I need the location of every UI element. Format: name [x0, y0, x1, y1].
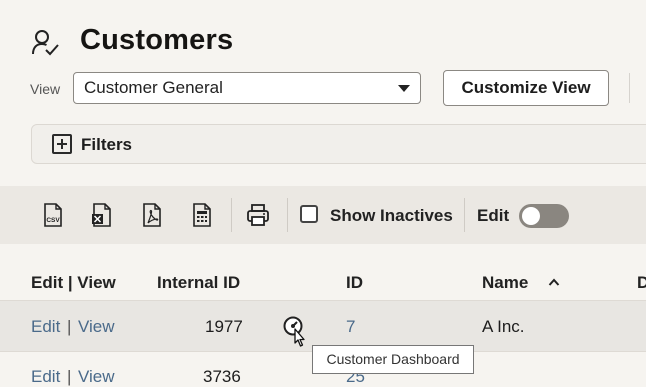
edit-link[interactable]: Edit [31, 317, 60, 337]
pdf-export-icon[interactable] [141, 203, 163, 227]
page-title: Customers [80, 24, 234, 56]
sort-ascending-icon[interactable] [548, 277, 560, 287]
toolbar-divider [287, 198, 288, 232]
show-inactives-label[interactable]: Show Inactives [330, 206, 453, 226]
excel-export-icon[interactable] [91, 203, 113, 227]
csv-export-icon[interactable]: CSV [42, 203, 64, 227]
internal-id-cell: 1977 [205, 317, 243, 336]
toolbar-divider [464, 198, 465, 232]
customer-check-icon [32, 30, 59, 56]
column-header-name[interactable]: Name [482, 273, 528, 293]
expand-plus-icon[interactable] [52, 134, 72, 154]
column-header-id[interactable]: ID [346, 273, 363, 293]
link-separator: | [67, 367, 72, 386]
customize-view-button[interactable]: Customize View [443, 70, 609, 106]
view-link[interactable]: View [78, 367, 115, 387]
column-header-partial[interactable]: D [637, 273, 646, 293]
show-inactives-checkbox[interactable] [300, 205, 318, 223]
edit-mode-label: Edit [477, 206, 510, 225]
svg-text:CSV: CSV [46, 217, 60, 224]
view-select[interactable]: Customer General [73, 72, 421, 104]
column-header-edit-view[interactable]: Edit | View [31, 273, 116, 293]
column-header-internal-id[interactable]: Internal ID [157, 273, 240, 293]
print-icon[interactable] [246, 203, 270, 227]
tooltip: Customer Dashboard [312, 345, 474, 374]
internal-id-cell: 3736 [203, 367, 241, 386]
edit-mode-toggle[interactable] [519, 204, 569, 228]
filters-label[interactable]: Filters [81, 135, 132, 155]
toggle-knob [522, 207, 540, 225]
view-link[interactable]: View [78, 317, 115, 337]
header-divider [629, 73, 630, 103]
edit-link[interactable]: Edit [31, 367, 60, 387]
view-select-value: Customer General [84, 78, 223, 97]
name-cell: A Inc. [482, 317, 525, 336]
view-label: View [30, 81, 61, 97]
spreadsheet-export-icon[interactable] [191, 203, 213, 227]
customer-dashboard-icon[interactable] [282, 316, 306, 350]
chevron-down-icon [398, 85, 410, 92]
toolbar-divider [231, 198, 232, 232]
id-link[interactable]: 7 [346, 317, 355, 337]
link-separator: | [67, 317, 72, 336]
